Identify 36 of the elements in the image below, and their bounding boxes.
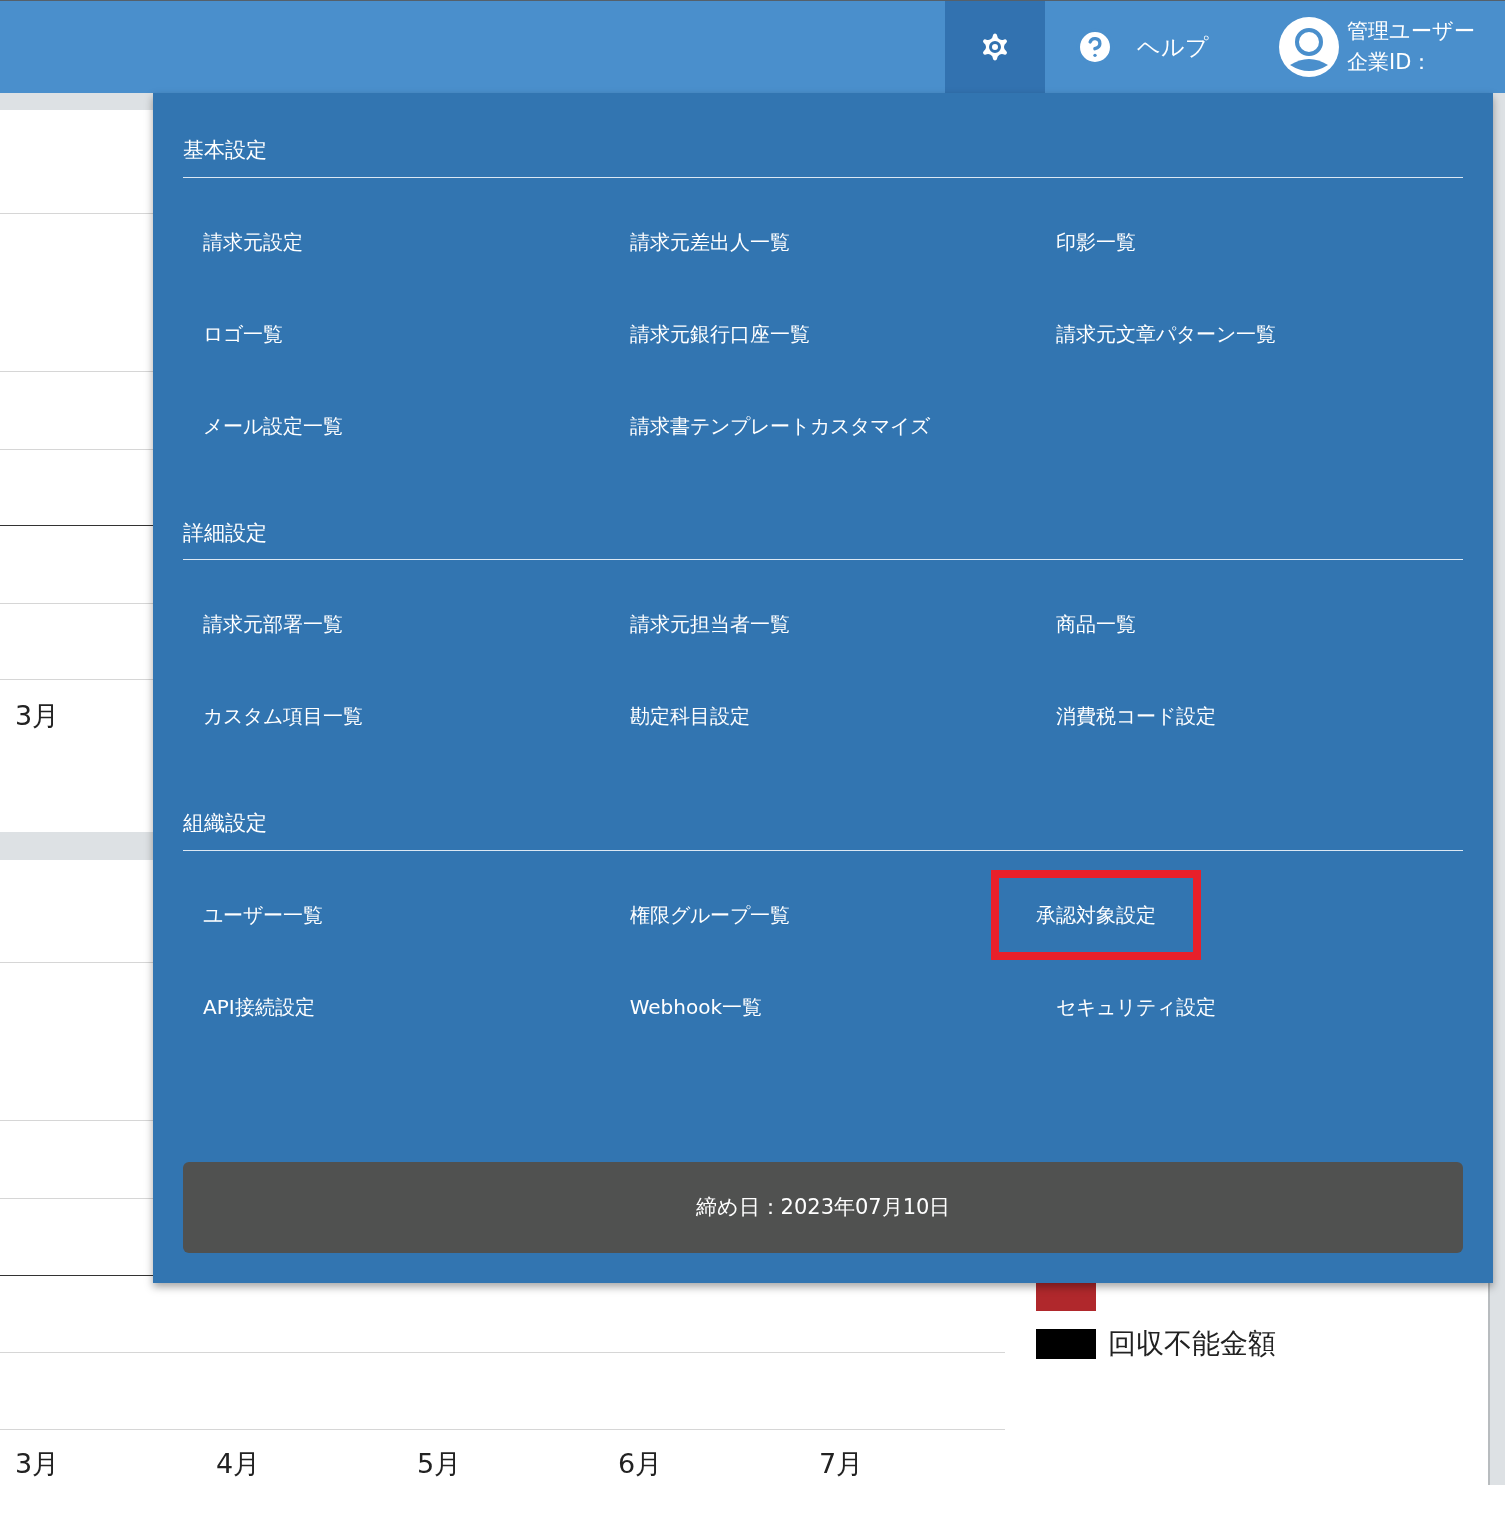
section-heading: 詳細設定 <box>183 520 267 545</box>
menu-link[interactable]: 請求元部署一覧 <box>183 609 363 639</box>
section-heading: 組織設定 <box>183 811 267 835</box>
menu-link[interactable]: ユーザー一覧 <box>183 899 343 930</box>
help-button[interactable]: ヘルプ <box>1075 1 1209 93</box>
closing-date-button[interactable]: 締め日：2023年07月10日 <box>183 1162 1463 1253</box>
menu-link[interactable]: 承認対象設定 <box>991 869 1202 960</box>
company-id: 企業ID： <box>1347 49 1434 76</box>
axis-label: 7月 <box>819 1448 864 1479</box>
menu-link[interactable]: 商品一覧 <box>1036 609 1157 639</box>
settings-button[interactable] <box>945 1 1045 93</box>
menu-link[interactable]: 請求元文章パターン一覧 <box>1036 318 1297 349</box>
user-avatar-icon <box>1279 17 1339 77</box>
axis-label: 3月 <box>15 1448 60 1479</box>
menu-link[interactable]: 請求元差出人一覧 <box>609 226 810 257</box>
user-name: 管理ユーザー <box>1347 18 1475 45</box>
menu-link[interactable]: 権限グループ一覧 <box>609 899 810 930</box>
menu-link[interactable]: 請求元設定 <box>183 226 323 257</box>
menu-link[interactable]: セキュリティ設定 <box>1036 991 1237 1022</box>
axis-label: 6月 <box>618 1448 663 1479</box>
menu-link[interactable]: 請求元銀行口座一覧 <box>609 318 830 349</box>
menu-link[interactable]: 印影一覧 <box>1036 226 1157 257</box>
axis-label: 4月 <box>216 1448 261 1479</box>
menu-link[interactable]: 請求元担当者一覧 <box>609 609 810 639</box>
menu-link[interactable]: 消費税コード設定 <box>1036 701 1237 731</box>
menu-link[interactable]: 請求書テンプレートカスタマイズ <box>609 410 950 441</box>
menu-link[interactable]: カスタム項目一覧 <box>183 701 383 731</box>
menu-link[interactable]: 勘定科目設定 <box>609 701 770 731</box>
axis-label: 5月 <box>417 1448 462 1479</box>
menu-link[interactable]: Webhook一覧 <box>609 991 782 1022</box>
menu-link[interactable]: API接続設定 <box>183 991 335 1022</box>
legend-label: 回収不能金額 <box>1108 1326 1276 1362</box>
menu-link[interactable]: ロゴ一覧 <box>183 318 303 349</box>
month-label: 3月 <box>15 700 60 731</box>
menu-link[interactable]: メール設定一覧 <box>183 410 363 441</box>
section-heading: 基本設定 <box>183 138 267 162</box>
